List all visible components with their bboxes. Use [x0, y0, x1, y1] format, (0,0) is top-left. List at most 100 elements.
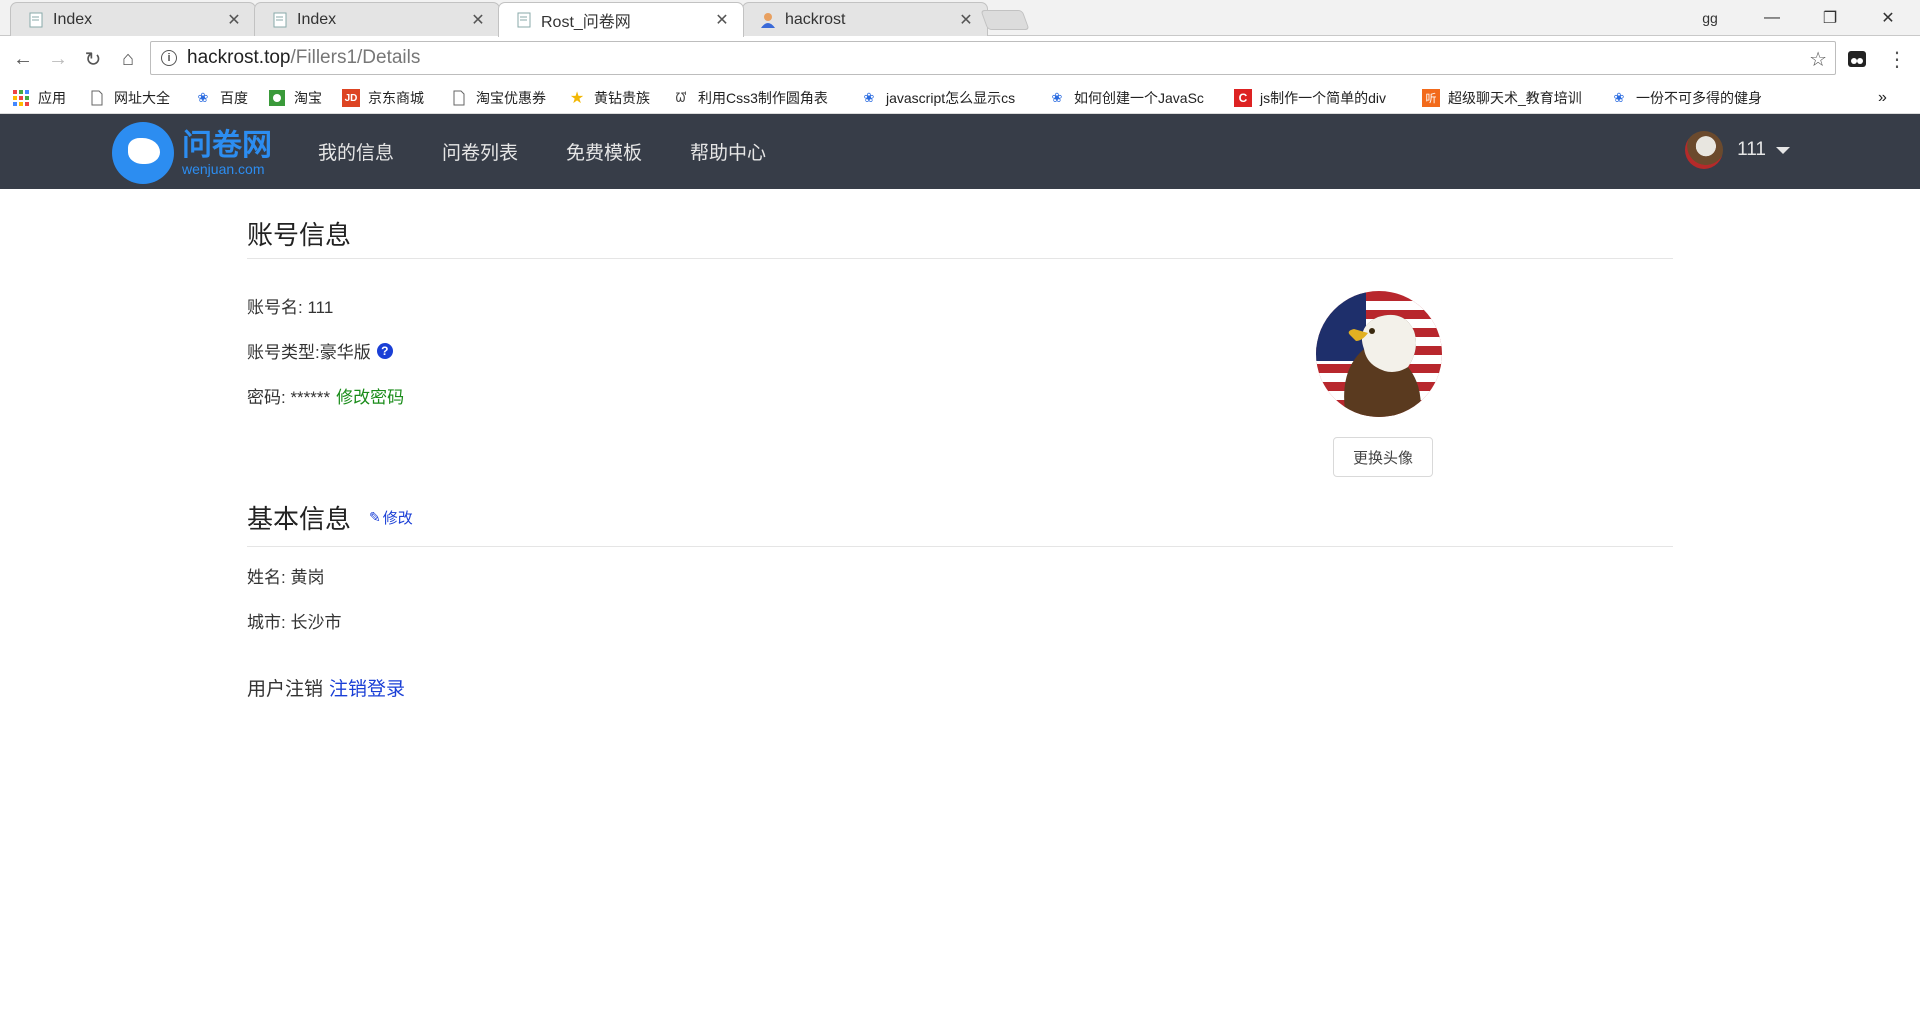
bookmark-label: 京东商城 — [368, 90, 424, 106]
page-icon — [450, 89, 468, 107]
browser-tab-active[interactable]: Rost_问卷网 ✕ — [498, 2, 744, 37]
logout-link[interactable]: 注销登录 — [329, 674, 405, 701]
ting-icon: 听 — [1422, 89, 1440, 107]
main-nav: 我的信息 问卷列表 免费模板 帮助中心 — [318, 114, 814, 189]
info-icon[interactable]: i — [161, 50, 177, 66]
basic-city: 城市: 长沙市 — [247, 613, 342, 632]
close-icon[interactable]: ✕ — [957, 10, 975, 30]
jd-icon: JD — [342, 89, 360, 107]
close-icon[interactable]: ✕ — [713, 10, 731, 30]
extension-icon[interactable] — [1842, 44, 1872, 74]
browser-tab[interactable]: Index ✕ — [254, 2, 500, 36]
restore-button[interactable]: ❐ — [1802, 0, 1858, 36]
nav-free-templates[interactable]: 免费模板 — [566, 138, 642, 165]
nav-my-info[interactable]: 我的信息 — [318, 138, 394, 165]
bookmark-label: 淘宝 — [294, 90, 322, 106]
edit-label: 修改 — [382, 510, 413, 527]
account-type-row: 账号类型:豪华版 ? — [247, 338, 393, 363]
divider — [247, 258, 1673, 259]
close-icon[interactable]: ✕ — [469, 10, 487, 30]
tab-title: hackrost — [785, 10, 846, 28]
bookmark-label: 淘宝优惠券 — [476, 90, 546, 106]
user-icon — [759, 11, 777, 29]
taobao-icon — [268, 89, 286, 107]
bookmark-item[interactable]: ᘺ 利用Css3制作圆角表 — [672, 86, 848, 110]
baidu-paw-icon: ❀ — [1051, 90, 1063, 105]
change-avatar-button[interactable]: 更换头像 — [1333, 437, 1433, 477]
bookmark-item[interactable]: ❀ 百度 — [194, 86, 248, 110]
bookmark-item[interactable]: 听 超级聊天术_教育培训 — [1422, 86, 1594, 110]
minimize-button[interactable]: — — [1744, 0, 1800, 36]
password-row: 密码: ****** 修改密码 — [247, 383, 404, 408]
close-icon[interactable]: ✕ — [225, 10, 243, 30]
bookmark-item[interactable]: 应用 — [12, 86, 66, 110]
forward-button[interactable]: → — [43, 44, 73, 74]
profile-label[interactable]: gg — [1682, 0, 1738, 36]
bookmark-item[interactable]: ❀ javascript怎么显示cs — [860, 86, 1032, 110]
nav-survey-list[interactable]: 问卷列表 — [442, 138, 518, 165]
bookmark-star-icon[interactable]: ☆ — [1809, 47, 1827, 72]
change-password-link[interactable]: 修改密码 — [336, 383, 404, 408]
bookmark-item[interactable]: ★ 黄钻贵族 — [568, 86, 650, 110]
help-icon[interactable]: ? — [376, 342, 393, 359]
logo-text-cn: 问卷网 — [182, 129, 272, 162]
bookmark-item[interactable]: ❀ 如何创建一个JavaSc — [1048, 86, 1220, 110]
user-menu[interactable]: 111 — [1685, 131, 1790, 169]
logo-mark-icon — [112, 122, 174, 184]
bookmark-label: 黄钻贵族 — [594, 90, 650, 106]
password-value: 密码: ****** — [247, 388, 331, 407]
account-username: 账号名: 111 — [247, 298, 334, 317]
nav-help-center[interactable]: 帮助中心 — [690, 138, 766, 165]
bookmark-item[interactable]: 网址大全 — [88, 86, 170, 110]
baidu-paw-icon: ❀ — [863, 90, 875, 105]
browser-tab[interactable]: Index ✕ — [10, 2, 256, 36]
bookmark-label: 超级聊天术_教育培训 — [1448, 90, 1582, 106]
baidu-paw-icon: ❀ — [197, 90, 209, 105]
back-button[interactable]: ← — [8, 44, 38, 74]
star-icon: ★ — [569, 90, 585, 107]
bookmark-label: 利用Css3制作圆角表 — [698, 90, 828, 106]
page-icon — [515, 11, 533, 29]
browser-tabstrip: Index ✕ Index ✕ Rost_问卷网 ✕ hackrost ✕ gg… — [0, 0, 1920, 37]
menu-kebab-icon[interactable]: ⋮ — [1882, 44, 1912, 74]
reload-button[interactable]: ↻ — [78, 44, 108, 74]
basic-name: 姓名: 黄岗 — [247, 568, 325, 587]
url-path: /Fillers1/Details — [290, 47, 421, 68]
address-bar[interactable]: i hackrost.top/Fillers1/Details ☆ — [150, 41, 1836, 75]
url-host: hackrost.top — [187, 47, 291, 68]
bookmark-item[interactable]: 淘宝优惠券 — [450, 86, 546, 110]
pencil-icon: ✎ — [369, 509, 381, 525]
bookmark-label: 如何创建一个JavaSc — [1074, 90, 1204, 106]
bookmark-label: 网址大全 — [114, 90, 170, 106]
window-close-button[interactable]: ✕ — [1860, 0, 1916, 36]
bookmark-item[interactable]: ❀ 一份不可多得的健身 — [1610, 86, 1782, 110]
bookmark-item[interactable]: C js制作一个简单的div — [1234, 86, 1406, 110]
w3-icon: ᘺ — [675, 90, 687, 105]
bookmarks-overflow-button[interactable]: » — [1878, 86, 1887, 110]
page-icon — [27, 11, 45, 29]
logo-text-en: wenjuan.com — [182, 161, 265, 177]
browser-tab[interactable]: hackrost ✕ — [742, 2, 988, 36]
page-icon — [271, 11, 289, 29]
apps-grid-icon — [12, 89, 30, 107]
tab-title: Index — [297, 10, 337, 28]
bookmark-item[interactable]: 淘宝 — [268, 86, 322, 110]
user-name: 111 — [1737, 139, 1766, 160]
caret-down-icon — [1776, 146, 1790, 154]
bookmark-label: javascript怎么显示cs — [886, 90, 1016, 106]
tab-title: Index — [53, 10, 93, 28]
page-icon — [88, 89, 106, 107]
basic-info-title: 基本信息 — [247, 504, 352, 534]
bookmarks-bar: 应用 网址大全 ❀ 百度 淘宝 JD 京东商城 淘宝优惠券 ★ 黄钻贵族 ᘺ 利… — [0, 81, 1920, 114]
home-button[interactable]: ⌂ — [113, 44, 143, 74]
bookmark-item[interactable]: JD 京东商城 — [342, 86, 424, 110]
edit-basic-info-link[interactable]: ✎ 修改 — [369, 507, 413, 528]
bookmark-label: 一份不可多得的健身 — [1636, 90, 1762, 106]
logout-row: 用户注销 注销登录 — [247, 674, 405, 701]
site-logo[interactable]: 问卷网 wenjuan.com — [112, 122, 272, 184]
new-tab-button[interactable] — [980, 10, 1030, 30]
bookmark-label: 百度 — [220, 90, 248, 106]
avatar-large — [1316, 291, 1442, 417]
divider — [247, 546, 1673, 547]
avatar — [1685, 131, 1724, 169]
